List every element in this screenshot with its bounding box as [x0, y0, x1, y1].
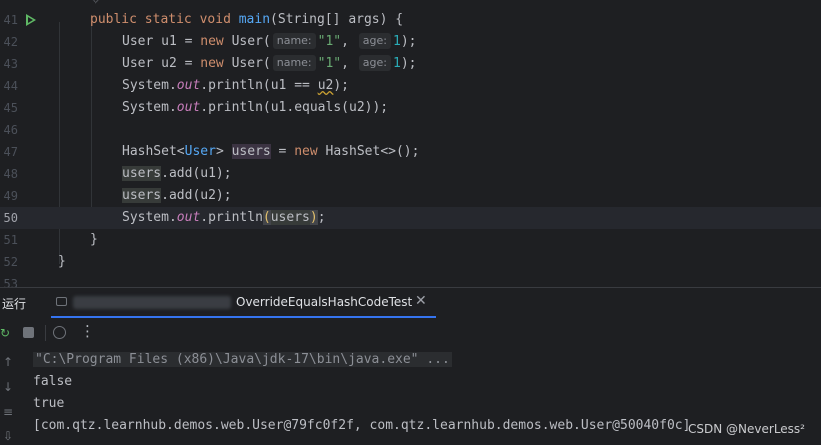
- code-text: User u1 = new User(name: "1", age: 1);: [122, 33, 417, 49]
- scroll-up-icon[interactable]: ↑: [0, 355, 16, 369]
- profiler-icon[interactable]: [53, 326, 66, 339]
- console-output-line: false: [33, 374, 73, 389]
- more-options-icon[interactable]: ⋮: [80, 322, 95, 340]
- usage-highlight: users: [122, 166, 162, 181]
- code-text: System.out.println(u1 == u2);: [122, 78, 349, 93]
- code-line[interactable]: 44 System.out.println(u1 == u2);: [0, 75, 821, 97]
- ai-hint-icon[interactable]: ✧: [92, 0, 104, 7]
- code-text: System.out.println(users);: [122, 210, 326, 225]
- console-side-toolbar: ↑ ↓ ≡ ⇩: [0, 347, 16, 445]
- line-number: 43: [3, 57, 18, 71]
- run-tab-title: OverrideEqualsHashCodeTest: [236, 295, 413, 309]
- code-editor[interactable]: ✧ 41 public static void main(String[] ar…: [0, 0, 821, 287]
- code-line[interactable]: 52 }: [0, 251, 821, 273]
- run-gutter-icon[interactable]: [26, 14, 36, 26]
- blurred-package-name: [73, 296, 231, 309]
- watermark: CSDN @NeverLess²: [688, 422, 805, 436]
- usage-highlight: users: [231, 144, 271, 159]
- code-line[interactable]: 47 HashSet<User> users = new HashSet<>()…: [0, 141, 821, 163]
- toolbar-divider: [45, 325, 46, 341]
- code-line[interactable]: 45 System.out.println(u1.equals(u2));: [0, 97, 821, 119]
- code-line[interactable]: 48 users.add(u1);: [0, 163, 821, 185]
- param-hint: age:: [358, 55, 391, 71]
- usage-highlight: users: [270, 210, 310, 225]
- code-line[interactable]: 51 }: [0, 229, 821, 251]
- code-text: users.add(u1);: [122, 166, 232, 181]
- code-text: User u2 = new User(name: "1", age: 1);: [122, 55, 417, 71]
- code-line[interactable]: 41 public static void main(String[] args…: [0, 9, 821, 31]
- code-line[interactable]: 46: [0, 119, 821, 141]
- paren-match: (: [262, 210, 271, 225]
- code-text: HashSet<User> users = new HashSet<>();: [122, 144, 420, 159]
- line-number: 49: [3, 189, 18, 203]
- line-number: 46: [3, 123, 18, 137]
- run-panel-label[interactable]: 运行: [2, 295, 26, 312]
- usage-highlight: users: [122, 188, 162, 203]
- code-line[interactable]: 49 users.add(u2);: [0, 185, 821, 207]
- param-hint: name:: [272, 55, 316, 71]
- run-toolbar: ↻ ⋮: [0, 318, 821, 347]
- line-number: 47: [3, 145, 18, 159]
- line-number: 45: [3, 101, 18, 115]
- line-number: 51: [3, 233, 18, 247]
- line-number: 41: [3, 13, 18, 27]
- code-text: users.add(u2);: [122, 188, 232, 203]
- scroll-to-end-icon[interactable]: ⇩: [0, 429, 16, 443]
- paren-match: ): [309, 210, 318, 225]
- run-panel-header: 运行 OverrideEqualsHashCodeTest ✕: [0, 287, 821, 318]
- console-output-line: [com.qtz.learnhub.demos.web.User@79fc0f2…: [33, 418, 691, 433]
- param-hint: age:: [358, 33, 391, 49]
- param-hint: name:: [272, 33, 316, 49]
- code-text: }: [90, 232, 98, 247]
- line-number: 52: [3, 255, 18, 269]
- soft-wrap-icon[interactable]: ≡: [0, 405, 16, 419]
- line-number: 50: [3, 211, 18, 225]
- code-line[interactable]: 43 User u2 = new User(name: "1", age: 1);: [0, 53, 821, 75]
- rerun-icon[interactable]: ↻: [0, 326, 10, 340]
- current-code-line[interactable]: 50 System.out.println(users);: [0, 207, 821, 229]
- application-icon: [56, 297, 67, 306]
- code-text: public static void main(String[] args) {: [90, 12, 404, 27]
- scroll-down-icon[interactable]: ↓: [0, 380, 16, 394]
- stop-icon[interactable]: [23, 327, 34, 338]
- console-command-line: "C:\Program Files (x86)\Java\jdk-17\bin\…: [33, 352, 452, 367]
- console-output-line: true: [33, 396, 65, 411]
- code-text: }: [58, 254, 66, 269]
- code-line[interactable]: 42 User u1 = new User(name: "1", age: 1);: [0, 31, 821, 53]
- close-icon[interactable]: ✕: [415, 293, 427, 309]
- line-number: 44: [3, 79, 18, 93]
- run-tab[interactable]: OverrideEqualsHashCodeTest ✕: [51, 288, 436, 318]
- line-number: 53: [3, 277, 18, 287]
- line-number: 48: [3, 167, 18, 181]
- code-text: System.out.println(u1.equals(u2));: [122, 100, 389, 115]
- line-number: 42: [3, 35, 18, 49]
- warning-squiggle: u2: [317, 78, 334, 93]
- code-line[interactable]: 53: [0, 273, 821, 287]
